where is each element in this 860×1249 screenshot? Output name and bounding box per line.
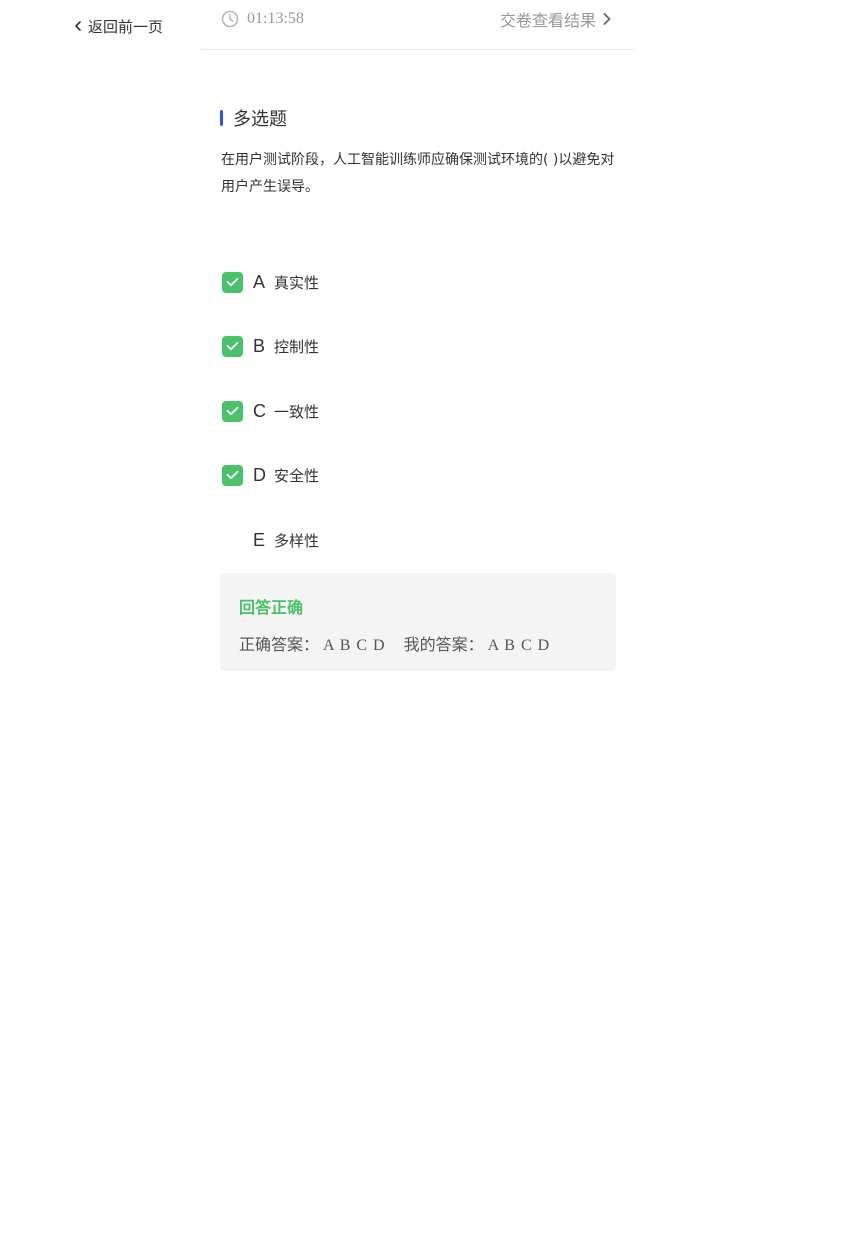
option-text: 一致性 [274, 402, 320, 421]
option-letter: A [253, 271, 266, 292]
option-text: 真实性 [274, 273, 320, 292]
result-status: 回答正确 [239, 598, 304, 617]
option-b-checkbox[interactable] [222, 335, 243, 357]
option-letter: B [253, 335, 266, 356]
question-type: 多选题 [220, 106, 287, 130]
back-button[interactable]: 返回前一页 [72, 15, 163, 37]
back-label: 返回前一页 [88, 17, 164, 36]
question-type-marker [220, 110, 223, 126]
correct-answer-value: A B C D [323, 637, 386, 654]
my-answer-label: 我的答案： [403, 635, 484, 654]
answer-result-panel: 回答正确 正确答案： A B C D 我的答案： A B C D [220, 573, 616, 671]
top-bar: 01:13:58 交卷查看结果 [201, 0, 634, 50]
option-a[interactable]: A 真实性 [222, 271, 319, 293]
submit-label: 交卷查看结果 [499, 11, 596, 30]
timer: 01:13:58 [221, 9, 304, 29]
option-a-checkbox[interactable] [222, 271, 243, 293]
option-text: 多样性 [274, 531, 320, 550]
option-e-checkbox[interactable] [222, 530, 243, 551]
chevron-left-icon [75, 21, 81, 31]
option-letter: E [253, 529, 266, 550]
answer-summary: 正确答案： A B C D 我的答案： A B C D [239, 631, 550, 655]
question-type-label: 多选题 [233, 109, 287, 130]
question-text: 在用户测试阶段，人工智能训练师应确保测试环境的( )以避免对用户产生误导。 [221, 152, 615, 195]
option-d-checkbox[interactable] [222, 464, 243, 486]
clock-icon [221, 10, 239, 28]
option-d[interactable]: D 安全性 [222, 464, 319, 486]
option-e[interactable]: E 多样性 [222, 529, 319, 551]
option-b[interactable]: B 控制性 [222, 335, 319, 357]
option-text: 安全性 [274, 466, 320, 485]
option-text: 控制性 [274, 337, 320, 356]
checkmark-icon [226, 341, 239, 351]
my-answer-value: A B C D [487, 637, 551, 654]
submit-view-results-button[interactable]: 交卷查看结果 [500, 8, 612, 30]
option-letter: C [253, 400, 266, 421]
option-c-checkbox[interactable] [222, 400, 243, 422]
timer-value: 01:13:58 [247, 10, 304, 27]
option-c[interactable]: C 一致性 [222, 400, 319, 422]
checkmark-icon [226, 470, 239, 480]
option-letter: D [253, 464, 266, 485]
checkmark-icon [226, 277, 239, 287]
chevron-right-icon [603, 13, 611, 25]
correct-answer-label: 正确答案： [239, 635, 320, 654]
exam-page: 返回前一页 01:13:58 交卷查看结果 多选题 在用户测试阶段，人工智能训练… [0, 0, 860, 1249]
checkmark-icon [226, 406, 239, 416]
